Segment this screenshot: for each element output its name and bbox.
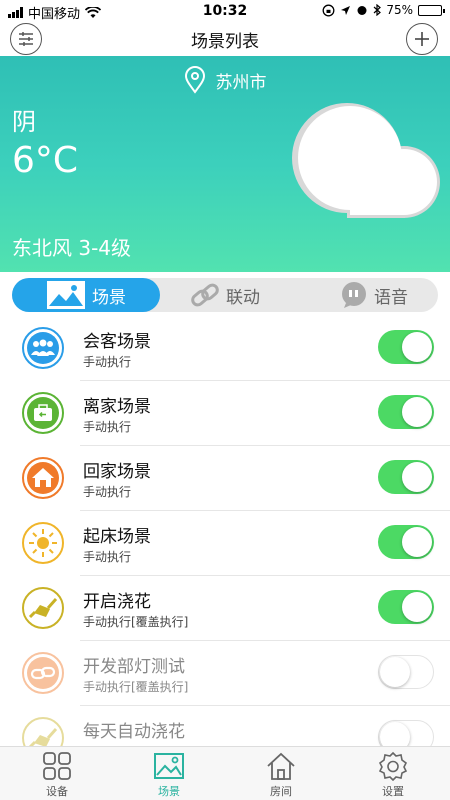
scene-mode: 手动执行[覆盖执行] — [83, 615, 189, 629]
list-item[interactable]: 开发部灯测试 手动执行[覆盖执行] — [0, 641, 450, 706]
lock-rotation-icon — [322, 4, 335, 16]
bluetooth-icon — [373, 4, 382, 16]
scene-toggle[interactable] — [378, 525, 434, 559]
house-icon — [267, 752, 295, 780]
scene-name: 起床场景 — [83, 527, 151, 547]
link-icon — [191, 283, 219, 307]
list-item[interactable]: 会客场景 手动执行 — [0, 316, 450, 381]
alarm-icon — [357, 6, 367, 15]
plus-icon — [415, 32, 429, 46]
tab-label: 场景 — [92, 287, 126, 308]
tab-settings[interactable]: 设置 — [353, 751, 433, 799]
picture-icon — [154, 753, 184, 779]
people-icon — [22, 327, 64, 369]
list-item[interactable]: 开启浇花 手动执行[覆盖执行] — [0, 576, 450, 641]
wind-info: 东北风 3-4级 — [12, 236, 132, 260]
scene-toggle[interactable] — [378, 655, 434, 689]
tab-devices[interactable]: 设备 — [17, 751, 97, 799]
home-icon — [22, 457, 64, 499]
bottom-tab-bar: 设备 场景 房间 设置 — [0, 746, 450, 800]
scene-mode: 手动执行 — [83, 550, 132, 564]
list-item[interactable]: 起床场景 手动执行 — [0, 511, 450, 576]
page-title: 场景列表 — [191, 32, 259, 52]
link-icon — [22, 652, 64, 694]
scene-name: 开发部灯测试 — [83, 657, 185, 677]
weather-condition: 阴 — [12, 108, 36, 136]
tab-voice[interactable]: 语音 — [340, 278, 408, 312]
scene-toggle[interactable] — [378, 460, 434, 494]
gear-icon — [378, 751, 408, 781]
tab-label: 联动 — [226, 287, 260, 308]
battery-icon — [418, 4, 445, 16]
temperature: 6°C — [12, 140, 79, 181]
list-item[interactable]: 回家场景 手动执行 — [0, 446, 450, 511]
add-scene-button[interactable] — [406, 23, 438, 55]
tab-label: 房间 — [270, 785, 292, 798]
scene-toggle[interactable] — [378, 330, 434, 364]
location-arrow-icon — [341, 5, 351, 15]
scene-mode: 手动执行 — [83, 485, 132, 499]
weather-card: 苏州市 阴 6°C 东北风 3-4级 — [0, 56, 450, 272]
scene-toggle[interactable] — [378, 590, 434, 624]
location: 苏州市 — [0, 66, 450, 94]
scene-mode: 手动执行[覆盖执行] — [83, 680, 189, 694]
tab-label: 场景 — [158, 785, 180, 798]
scene-toggle[interactable] — [378, 395, 434, 429]
status-bar: 中国移动 10:32 75% — [0, 0, 450, 22]
tab-label: 设备 — [46, 785, 68, 798]
tab-label: 语音 — [374, 287, 408, 308]
scene-tabs: 场景 联动 语音 — [12, 278, 438, 312]
scene-name: 离家场景 — [83, 397, 151, 417]
scene-name: 会客场景 — [83, 332, 151, 352]
tab-scenes[interactable]: 场景 — [12, 278, 160, 312]
watering-can-icon — [22, 587, 64, 629]
city-name: 苏州市 — [215, 72, 267, 93]
nav-bar: 场景列表 — [0, 22, 450, 56]
battery-percent: 75% — [386, 3, 413, 17]
sun-icon — [22, 522, 64, 564]
location-pin-icon — [184, 66, 205, 94]
scene-name: 开启浇花 — [83, 592, 151, 612]
scene-name: 回家场景 — [83, 462, 151, 482]
scene-list: 会客场景 手动执行 离家场景 手动执行 回家场景 手动执行 起床场景 手动执行 — [0, 316, 450, 771]
cloud-icon — [292, 103, 440, 218]
tab-linkage[interactable]: 联动 — [190, 278, 260, 312]
grid-icon — [43, 752, 71, 780]
scene-mode: 手动执行 — [83, 420, 132, 434]
scene-mode: 手动执行 — [83, 355, 132, 369]
tab-scenes-nav[interactable]: 场景 — [129, 751, 209, 799]
picture-icon — [47, 281, 85, 309]
tab-rooms[interactable]: 房间 — [241, 751, 321, 799]
scene-name: 每天自动浇花 — [83, 722, 185, 742]
briefcase-icon — [22, 392, 64, 434]
speech-bubble-icon — [342, 282, 366, 308]
list-item[interactable]: 离家场景 手动执行 — [0, 381, 450, 446]
tab-label: 设置 — [382, 785, 404, 798]
